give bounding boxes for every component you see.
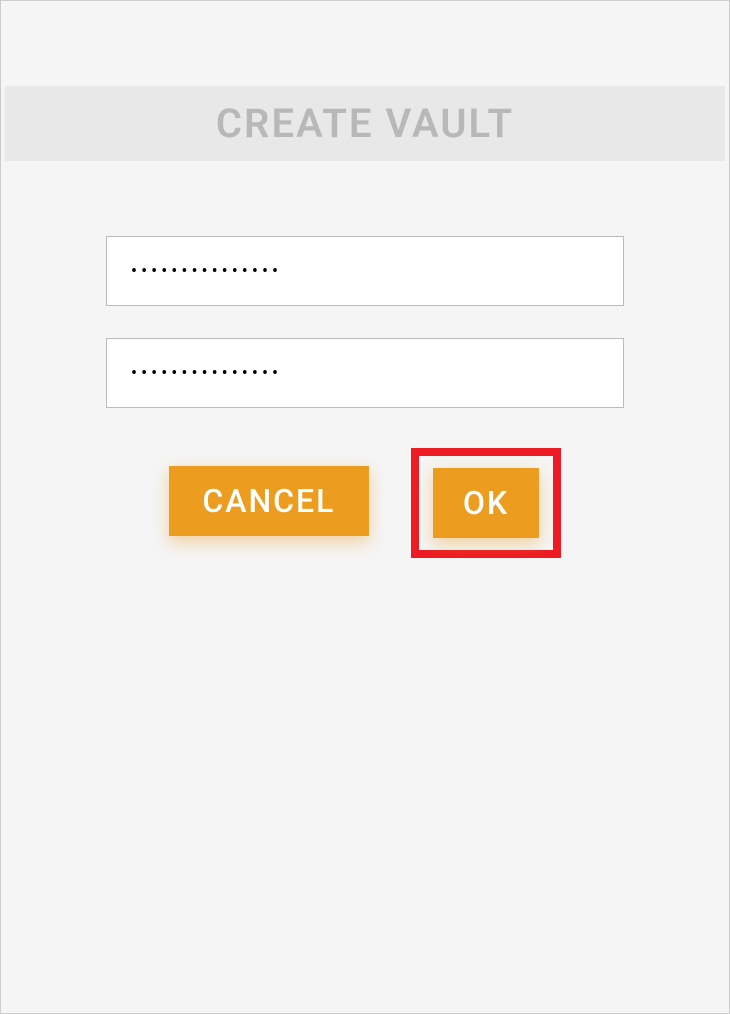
ok-button-highlight: OK (411, 448, 561, 558)
create-vault-dialog: CREATE VAULT CANCEL OK (1, 1, 729, 1013)
ok-button[interactable]: OK (433, 468, 539, 538)
cancel-button[interactable]: CANCEL (169, 466, 369, 536)
dialog-title: CREATE VAULT (5, 100, 725, 147)
button-row: CANCEL OK (106, 466, 624, 558)
dialog-header: CREATE VAULT (5, 86, 725, 161)
form-area: CANCEL OK (1, 161, 729, 558)
confirm-password-input[interactable] (106, 338, 624, 408)
password-input[interactable] (106, 236, 624, 306)
spacer (106, 306, 624, 338)
